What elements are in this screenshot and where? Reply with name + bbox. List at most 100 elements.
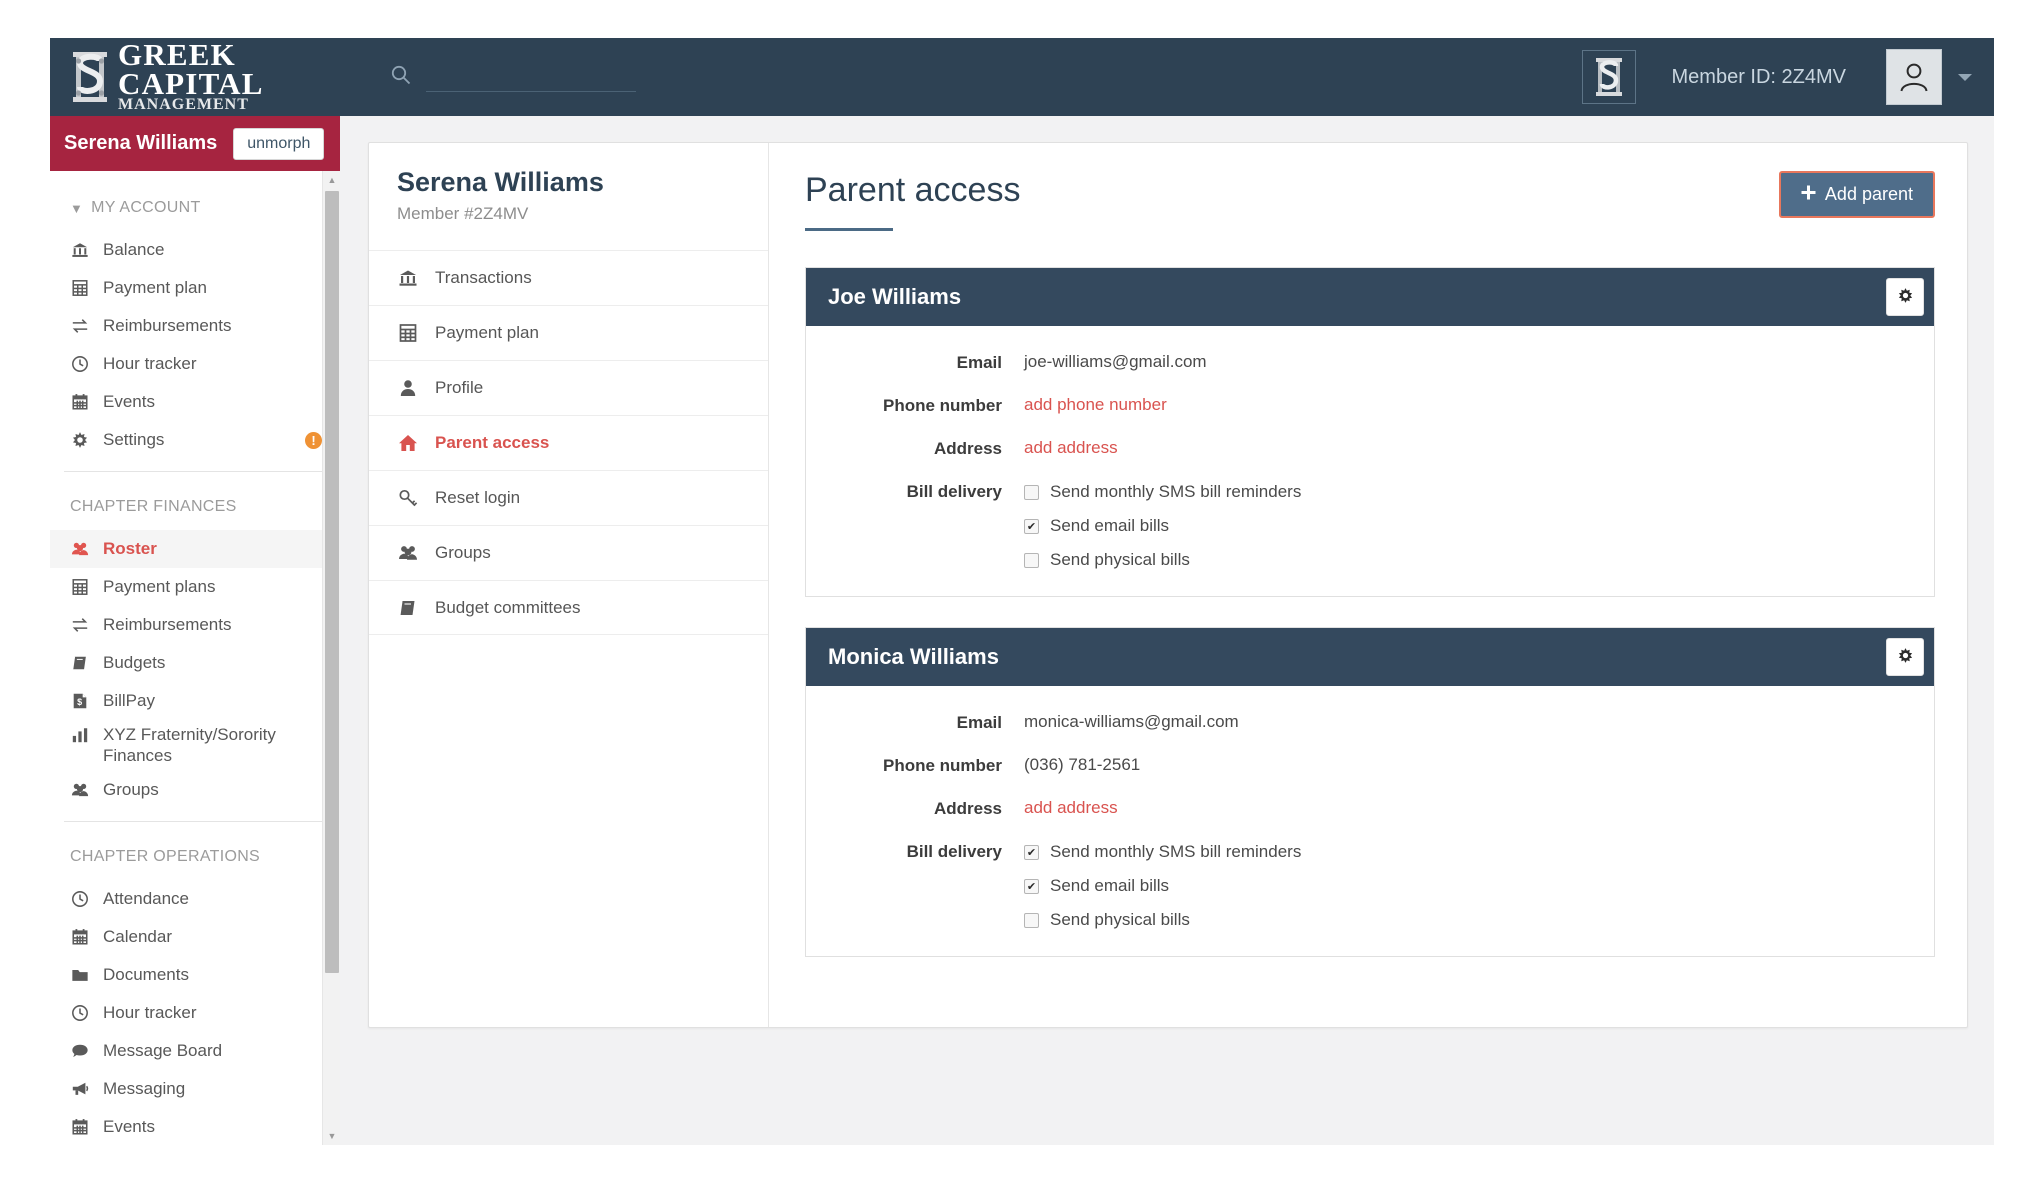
sidebar-nav: ▼ MY ACCOUNT Balance Payment plan Reimbursem… — [50, 185, 340, 1145]
bill-delivery-option[interactable]: Send physical bills — [1024, 910, 1301, 930]
sidebar-item-groups[interactable]: Groups — [50, 771, 340, 809]
sidebar-item-billpay[interactable]: $ BillPay — [50, 682, 340, 720]
member-nav-item-transactions[interactable]: Transactions — [369, 250, 768, 305]
parent-card-list: Joe Williams Email joe-williams@gmail.com P… — [805, 267, 1935, 957]
field-row-email: Email joe-williams@gmail.com — [806, 352, 1912, 373]
user-avatar-icon[interactable] — [1886, 49, 1942, 105]
scroll-up-arrow-icon[interactable]: ▲ — [323, 171, 340, 189]
sidebar-item-settings[interactable]: Settings! — [50, 421, 340, 459]
field-label-address: Address — [933, 799, 1002, 818]
checkbox-checked-icon[interactable]: ✔ — [1024, 878, 1039, 894]
member-nav-item-budget-committees[interactable]: Budget committees — [369, 580, 768, 635]
member-nav-item-label: Parent access — [435, 433, 550, 452]
field-row-bill-delivery: Bill delivery ✔ Send monthly SMS bill remi… — [806, 841, 1912, 930]
bill-delivery-option[interactable]: ✔ Send monthly SMS bill reminders — [1024, 842, 1301, 862]
member-nav-item-parent-access[interactable]: Parent access — [369, 415, 768, 470]
sidebar-item-label: Attendance — [103, 888, 190, 908]
parent-card: Monica Williams Email monica-williams@gmai… — [805, 627, 1935, 957]
sidebar-item-label: Hour tracker — [103, 1002, 197, 1022]
field-label-bill-delivery: Bill delivery — [906, 842, 1002, 861]
sidebar-item-label: Calendar — [103, 926, 172, 946]
clock-icon — [70, 1004, 90, 1022]
sidebar-item-label: Events — [103, 392, 155, 411]
checkbox-checked-icon[interactable]: ✔ — [1024, 518, 1039, 534]
member-nav-item-groups[interactable]: Groups — [369, 525, 768, 580]
member-nav-item-reset-login[interactable]: Reset login — [369, 470, 768, 525]
scroll-down-arrow-icon[interactable]: ▼ — [323, 1127, 340, 1145]
add-address-link[interactable]: add address — [1024, 438, 1118, 458]
unmorph-button[interactable]: unmorph — [233, 127, 325, 160]
bill-delivery-option[interactable]: Send physical bills — [1024, 550, 1301, 570]
sidebar-item-balance[interactable]: Balance — [50, 231, 340, 269]
sidebar-item-budgets[interactable]: Budgets — [50, 644, 340, 682]
main-pane: Parent access Add parent Joe Williams Em… — [769, 143, 1967, 1027]
sidebar-item-documents[interactable]: Documents — [50, 956, 340, 994]
bank-icon — [397, 268, 419, 288]
sidebar-item-label: Reimbursements — [103, 615, 232, 634]
sidebar-item-reimbursements[interactable]: Reimbursements — [50, 307, 340, 345]
plus-icon — [1801, 184, 1816, 205]
bill-delivery-option-label: Send monthly SMS bill reminders — [1050, 482, 1302, 501]
field-label-bill-delivery: Bill delivery — [906, 482, 1002, 501]
bill-delivery-option[interactable]: Send monthly SMS bill reminders — [1024, 482, 1301, 502]
navbar-right: Member ID: 2Z4MV — [1581, 38, 1994, 116]
users-icon — [70, 540, 90, 558]
sidebar-scrollbar[interactable]: ▲ ▼ — [322, 171, 340, 1145]
sidebar-item-payment-plans[interactable]: Payment plans — [50, 568, 340, 606]
search-input[interactable] — [426, 62, 636, 92]
sidebar-item-label: Payment plans — [103, 577, 216, 596]
add-address-link[interactable]: add address — [1024, 798, 1118, 818]
greek-column-s-logo-icon — [70, 49, 110, 105]
page-title-block: Parent access — [805, 171, 1020, 231]
checkbox-unchecked-icon[interactable] — [1024, 912, 1039, 928]
bullhorn-icon — [70, 1080, 90, 1098]
parent-card-header: Monica Williams — [806, 628, 1934, 686]
sidebar-item-label: Reimbursements — [103, 316, 232, 335]
left-sidebar: Serena Williams unmorph ▼ MY ACCOUNT Balan… — [50, 116, 340, 1145]
brand-line-2: CAPITAL — [118, 65, 264, 101]
field-row-phone: Phone number add phone number — [806, 395, 1912, 416]
sidebar-item-attendance[interactable]: Attendance — [50, 880, 340, 918]
sidebar-item-events[interactable]: Events — [50, 1108, 340, 1146]
member-nav-item-label: Groups — [435, 543, 491, 562]
sidebar-group-title-my-account[interactable]: ▼ MY ACCOUNT — [50, 185, 340, 231]
checkbox-unchecked-icon[interactable] — [1024, 552, 1039, 568]
content-region: Serena Williams Member #2Z4MV Transactio… — [340, 116, 1994, 1145]
bill-delivery-option-label: Send physical bills — [1050, 550, 1190, 569]
sidebar-item-message-board[interactable]: Message Board — [50, 1032, 340, 1070]
sidebar-item-calendar[interactable]: Calendar — [50, 918, 340, 956]
checkbox-checked-icon[interactable]: ✔ — [1024, 844, 1039, 860]
checkbox-unchecked-icon[interactable] — [1024, 484, 1039, 500]
member-nav-item-payment-plan[interactable]: Payment plan — [369, 305, 768, 360]
bill-delivery-option[interactable]: ✔ Send email bills — [1024, 516, 1301, 536]
chapter-crest-icon[interactable] — [1581, 50, 1636, 104]
sidebar-item-reimbursements[interactable]: Reimbursements — [50, 606, 340, 644]
calculator-icon — [397, 323, 419, 343]
sidebar-item-payment-plan[interactable]: Payment plan — [50, 269, 340, 307]
member-id-label: Member ID: 2Z4MV — [1671, 65, 1846, 88]
add-phone-number-link[interactable]: add phone number — [1024, 395, 1167, 415]
bill-delivery-option[interactable]: ✔ Send email bills — [1024, 876, 1301, 896]
sidebar-item-hour-tracker[interactable]: Hour tracker — [50, 994, 340, 1032]
member-nav-item-profile[interactable]: Profile — [369, 360, 768, 415]
brand-logo[interactable]: GREEK CAPITAL MANAGEMENT — [50, 38, 340, 116]
member-nav-item-label: Transactions — [435, 268, 532, 287]
chevron-down-icon[interactable] — [1958, 73, 1972, 81]
sidebar-item-xyz-fraternity-sorority-finances[interactable]: XYZ Fraternity/Sorority Finances — [50, 720, 340, 771]
group-title-label: MY ACCOUNT — [91, 199, 201, 216]
sidebar-item-label: BillPay — [103, 691, 155, 710]
member-number-label: Member #2Z4MV — [397, 204, 529, 223]
add-parent-button[interactable]: Add parent — [1778, 171, 1935, 218]
sidebar-item-hour-tracker[interactable]: Hour tracker — [50, 345, 340, 383]
sidebar-scroll-area: ▼ MY ACCOUNT Balance Payment plan Reimbursem… — [50, 171, 340, 1145]
sidebar-item-events[interactable]: Events — [50, 383, 340, 421]
scrollbar-thumb[interactable] — [325, 191, 339, 973]
group-title-label: CHAPTER OPERATIONS — [70, 847, 261, 865]
invoice-dollar-icon: $ — [70, 692, 90, 710]
parent-settings-button[interactable] — [1886, 638, 1924, 676]
field-row-bill-delivery: Bill delivery Send monthly SMS bill remin… — [806, 481, 1912, 570]
sidebar-item-messaging[interactable]: Messaging — [50, 1070, 340, 1108]
parent-settings-button[interactable] — [1886, 278, 1924, 316]
sidebar-item-roster[interactable]: Roster — [50, 530, 340, 568]
gear-icon — [70, 431, 90, 449]
